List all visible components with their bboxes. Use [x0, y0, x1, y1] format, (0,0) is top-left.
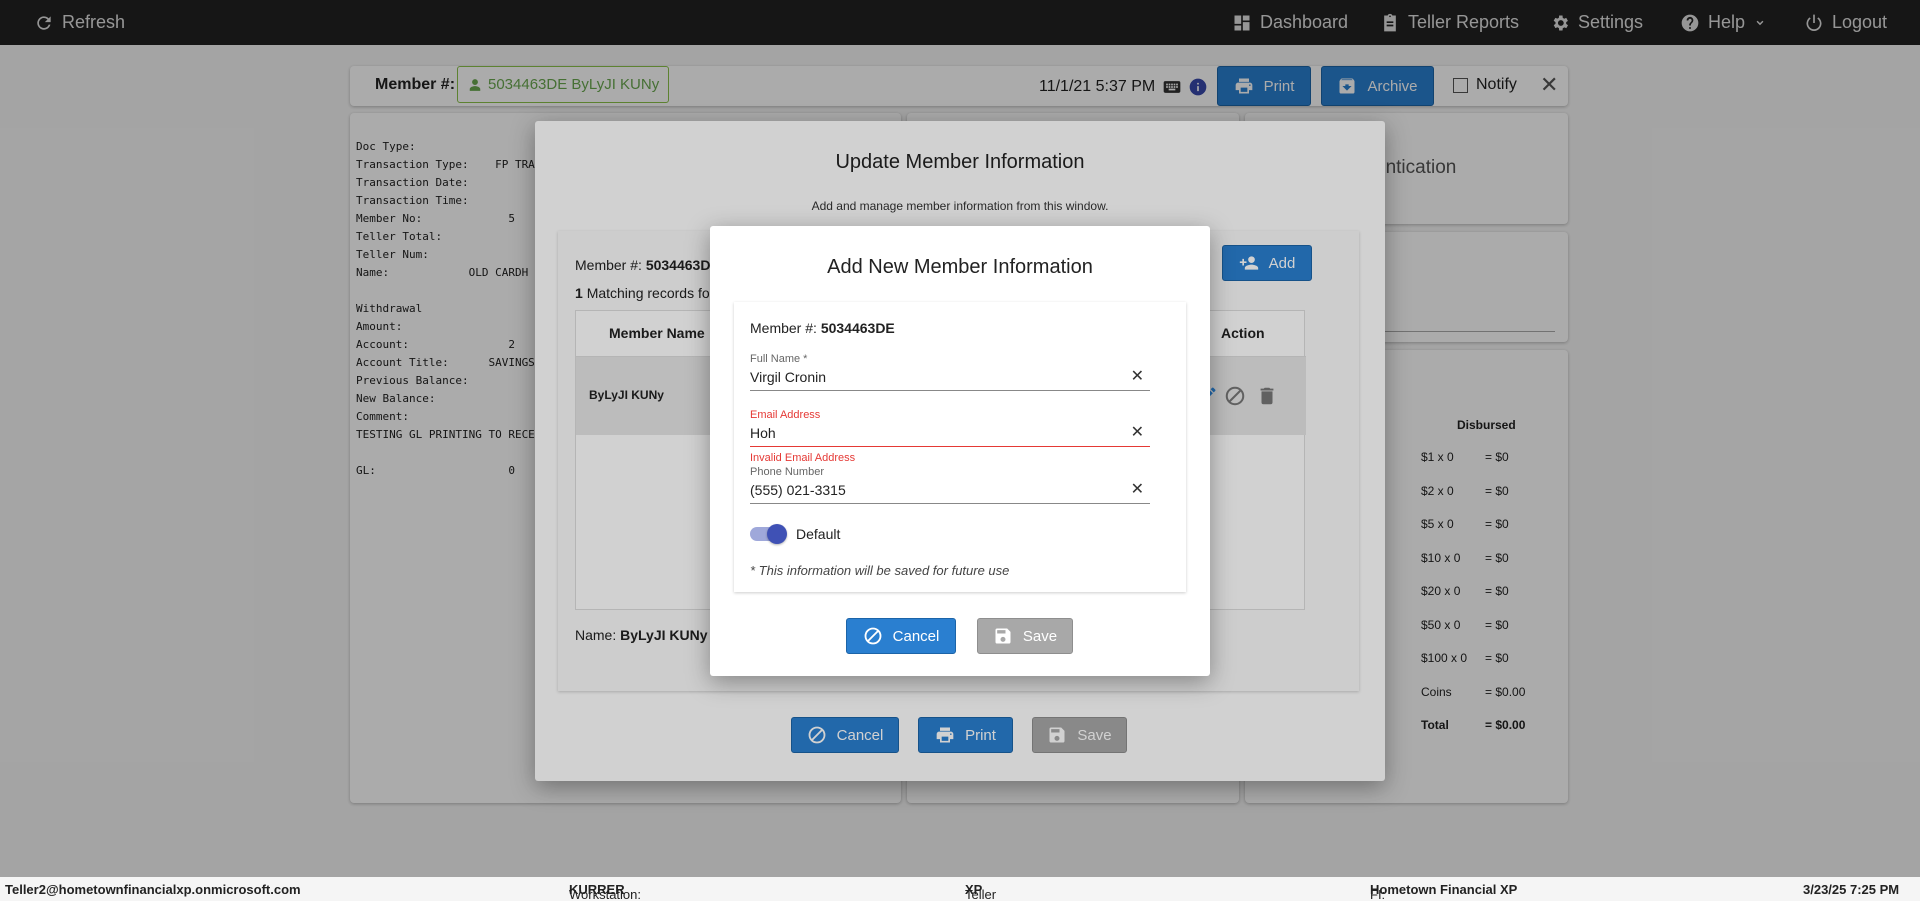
toggle-track[interactable]	[750, 524, 787, 544]
cancel-icon	[864, 627, 882, 645]
email-value: Hoh	[750, 425, 776, 441]
phone-field[interactable]: Phone Number (555) 021-3315 ✕	[750, 466, 1150, 504]
save-note: * This information will be saved for fut…	[750, 563, 1010, 578]
full-name-field[interactable]: Full Name * Virgil Cronin ✕	[750, 353, 1150, 391]
add-cancel-label: Cancel	[892, 627, 940, 645]
phone-label: Phone Number	[750, 466, 824, 478]
floppy-disk-icon	[995, 628, 1011, 644]
fi-label: FI:	[1370, 887, 1386, 901]
fi-value: Hometown Financial XP	[1370, 882, 1518, 897]
add-member-label: Member #:	[750, 320, 817, 336]
add-dialog-title: Add New Member Information	[827, 256, 1093, 278]
add-save-button[interactable]: Save	[977, 618, 1073, 654]
footer-platform: Teller Platform: XP	[965, 882, 996, 901]
platform-label: Teller Platform:	[965, 887, 997, 901]
add-save-label: Save	[1022, 627, 1058, 645]
toggle-thumb[interactable]	[767, 524, 787, 544]
status-footer: Teller2@hometownfinancialxp.onmicrosoft.…	[0, 877, 1920, 901]
full-name-value: Virgil Cronin	[750, 369, 826, 385]
clear-icon[interactable]: ✕	[1131, 478, 1144, 502]
email-error-text: Invalid Email Address	[750, 452, 856, 464]
default-label: Default	[796, 526, 841, 542]
footer-user: Teller2@hometownfinancialxp.onmicrosoft.…	[5, 882, 301, 897]
email-input[interactable]: Hoh ✕	[750, 421, 1150, 447]
footer-workstation: Workstation: KURRER	[569, 882, 641, 901]
email-field[interactable]: Email Address Hoh ✕ Invalid Email Addres…	[750, 409, 1150, 464]
footer-datetime: 3/23/25 7:25 PM	[1803, 882, 1900, 897]
add-cancel-button[interactable]: Cancel	[846, 618, 956, 654]
full-name-input[interactable]: Virgil Cronin ✕	[750, 365, 1150, 391]
default-toggle[interactable]: Default	[750, 524, 841, 544]
phone-value: (555) 021-3315	[750, 482, 846, 498]
footer-fi: FI: Hometown Financial XP	[1370, 882, 1518, 901]
clear-icon[interactable]: ✕	[1131, 421, 1144, 445]
add-member-value: 5034463DE	[820, 320, 895, 336]
clear-icon[interactable]: ✕	[1131, 365, 1144, 389]
email-label: Email Address	[750, 409, 821, 421]
phone-input[interactable]: (555) 021-3315 ✕	[750, 478, 1150, 504]
full-name-label: Full Name *	[750, 353, 808, 365]
workstation-label: Workstation:	[569, 887, 642, 901]
add-member-number: Member #: 5034463DE	[750, 320, 895, 336]
